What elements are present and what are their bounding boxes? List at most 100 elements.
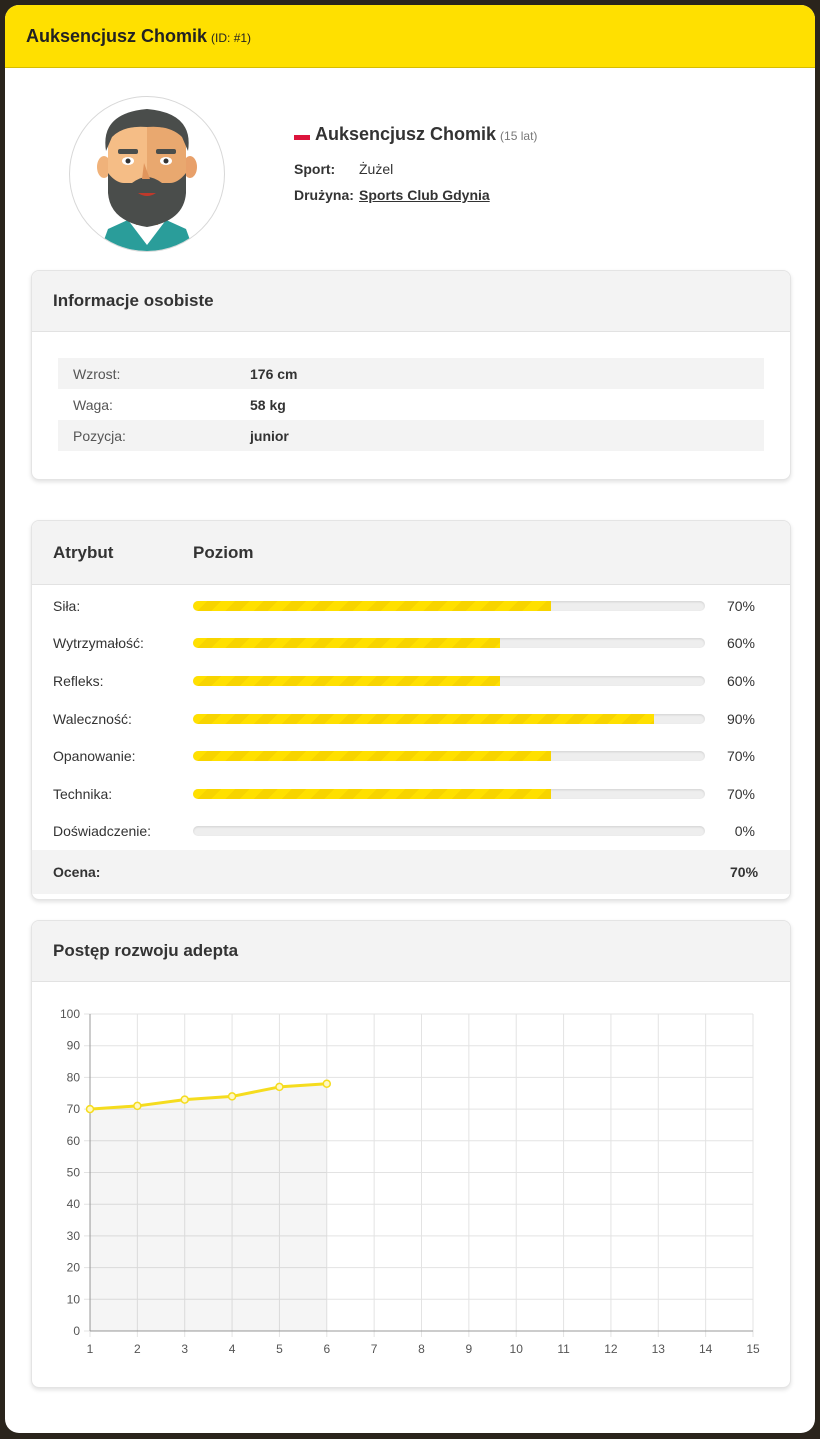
level-column-header: Poziom (193, 542, 254, 562)
data-point (227, 1092, 237, 1101)
attribute-progress-bar (193, 751, 705, 762)
x-tick-label: 3 (181, 1342, 188, 1356)
data-point (275, 1082, 284, 1092)
bearded-man-avatar-icon (97, 109, 197, 251)
y-tick-label: 90 (67, 1039, 81, 1053)
info-value: junior (250, 427, 289, 444)
sport-value: Żużel (359, 161, 394, 177)
x-tick-label: 14 (699, 1342, 713, 1356)
sport-row: Sport: Żużel (294, 161, 537, 177)
y-tick-label: 0 (73, 1324, 80, 1338)
attribute-progress-fill (193, 751, 552, 762)
sport-label: Sport: (294, 161, 336, 177)
attribute-row: Waleczność: 90% (32, 700, 790, 738)
x-tick-label: 7 (371, 1342, 378, 1356)
attribute-percent: 90% (726, 710, 755, 727)
attribute-progress-bar (193, 713, 705, 724)
attributes-card: Atrybut Poziom Siła: 70% Wytrzymałość: 60% R… (31, 520, 791, 900)
info-label: Wzrost: (73, 365, 121, 382)
attribute-percent: 70% (726, 785, 755, 802)
x-tick-label: 5 (276, 1342, 283, 1356)
info-row-position: Pozycja: junior (58, 420, 764, 451)
attribute-label: Refleks: (53, 672, 104, 689)
team-row: Drużyna: Sports Club Gdynia (294, 187, 537, 203)
data-point (85, 1104, 95, 1114)
attribute-column-header: Atrybut (53, 542, 114, 562)
header-bar: Auksencjusz Chomik (ID: #1) (5, 5, 815, 68)
avatar (69, 96, 225, 252)
attribute-progress-fill (193, 675, 501, 686)
attribute-label: Siła: (53, 597, 81, 614)
y-tick-label: 30 (67, 1229, 81, 1243)
progress-card: Postęp rozwoju adepta 0 10 20 30 40 50 60 70 80 9… (31, 920, 791, 1388)
attribute-label: Wytrzymałość: (53, 635, 144, 652)
rating-label: Ocena: (53, 864, 101, 881)
profile-window: Auksencjusz Chomik (ID: #1) Auksencjusz … (5, 5, 815, 1433)
y-tick-label: 40 (67, 1197, 81, 1211)
player-age: (15 lat) (500, 129, 538, 143)
attribute-label: Waleczność: (53, 710, 132, 727)
attribute-label: Opanowanie: (53, 748, 136, 765)
header-title: Auksencjusz Chomik (26, 25, 208, 46)
x-tick-label: 15 (746, 1342, 760, 1356)
attribute-progress-fill (193, 788, 552, 799)
info-label: Pozycja: (73, 427, 126, 444)
profile-title: Auksencjusz Chomik (15 lat) (294, 124, 537, 145)
attribute-progress-bar (193, 788, 705, 799)
attribute-percent: 0% (734, 823, 755, 840)
personal-info-table: Wzrost: 176 cm Waga: 58 kg Pozycja: juni… (58, 358, 764, 451)
y-tick-label: 70 (67, 1102, 81, 1116)
info-label: Waga: (73, 396, 113, 413)
attribute-row: Wytrzymałość: 60% (32, 625, 790, 663)
series-area (90, 1083, 327, 1331)
player-name: Auksencjusz Chomik (315, 124, 497, 144)
attribute-progress-fill (193, 600, 552, 611)
attribute-progress-bar (193, 826, 705, 837)
x-tick-label: 4 (229, 1342, 236, 1356)
y-tick-label: 100 (60, 1007, 80, 1021)
x-tick-label: 9 (466, 1342, 473, 1356)
x-tick-label: 12 (604, 1342, 618, 1356)
progress-title: Postęp rozwoju adepta (32, 921, 790, 982)
attribute-row: Siła: 70% (32, 587, 790, 625)
attribute-percent: 60% (726, 672, 755, 689)
progress-chart: 01020304050607080901001 2 3 4 5 6 7 8 9 10 11 12 13 1… (60, 1007, 760, 1356)
y-tick-label: 60 (67, 1134, 81, 1148)
personal-info-card: Informacje osobiste Wzrost: 176 cm Waga:… (31, 270, 791, 480)
x-tick-label: 1 (87, 1342, 94, 1356)
attribute-progress-bar (193, 675, 705, 686)
team-link[interactable]: Sports Club Gdynia (359, 187, 490, 203)
attribute-row: Doświadczenie: 0% (32, 813, 790, 851)
attribute-row: Technika: 70% (32, 775, 790, 813)
y-tick-label: 10 (67, 1292, 81, 1306)
y-tick-label: 80 (67, 1070, 81, 1084)
data-point (322, 1079, 332, 1088)
personal-info-title: Informacje osobiste (32, 271, 790, 332)
attribute-progress-fill (193, 638, 501, 649)
x-tick-label: 8 (418, 1342, 425, 1356)
y-tick-label: 20 (67, 1261, 81, 1275)
x-tick-label: 2 (134, 1342, 141, 1356)
data-point (180, 1095, 189, 1104)
poland-flag-icon (294, 129, 310, 140)
info-value: 176 cm (250, 365, 298, 382)
x-tick-label: 11 (557, 1342, 570, 1356)
attribute-percent: 70% (726, 748, 755, 765)
attribute-progress-fill (193, 713, 654, 724)
team-label: Drużyna: (294, 187, 354, 203)
rating-value: 70% (730, 864, 759, 881)
info-value: 58 kg (250, 396, 286, 413)
data-point (133, 1101, 142, 1111)
rating-row: Ocena: 70% (32, 850, 790, 895)
info-row-height: Wzrost: 176 cm (58, 358, 764, 389)
header-id: (ID: #1) (211, 30, 252, 45)
x-tick-label: 6 (323, 1342, 330, 1356)
attribute-progress-bar (193, 638, 705, 649)
x-tick-label: 10 (510, 1342, 524, 1356)
profile-info: Auksencjusz Chomik (15 lat) Sport: Żużel… (294, 124, 537, 203)
info-row-weight: Waga: 58 kg (58, 389, 764, 420)
profile-section: Auksencjusz Chomik (15 lat) Sport: Żużel… (5, 68, 815, 268)
attribute-row: Opanowanie: 70% (32, 737, 790, 775)
attribute-label: Technika: (53, 785, 113, 802)
y-tick-label: 50 (67, 1166, 81, 1180)
